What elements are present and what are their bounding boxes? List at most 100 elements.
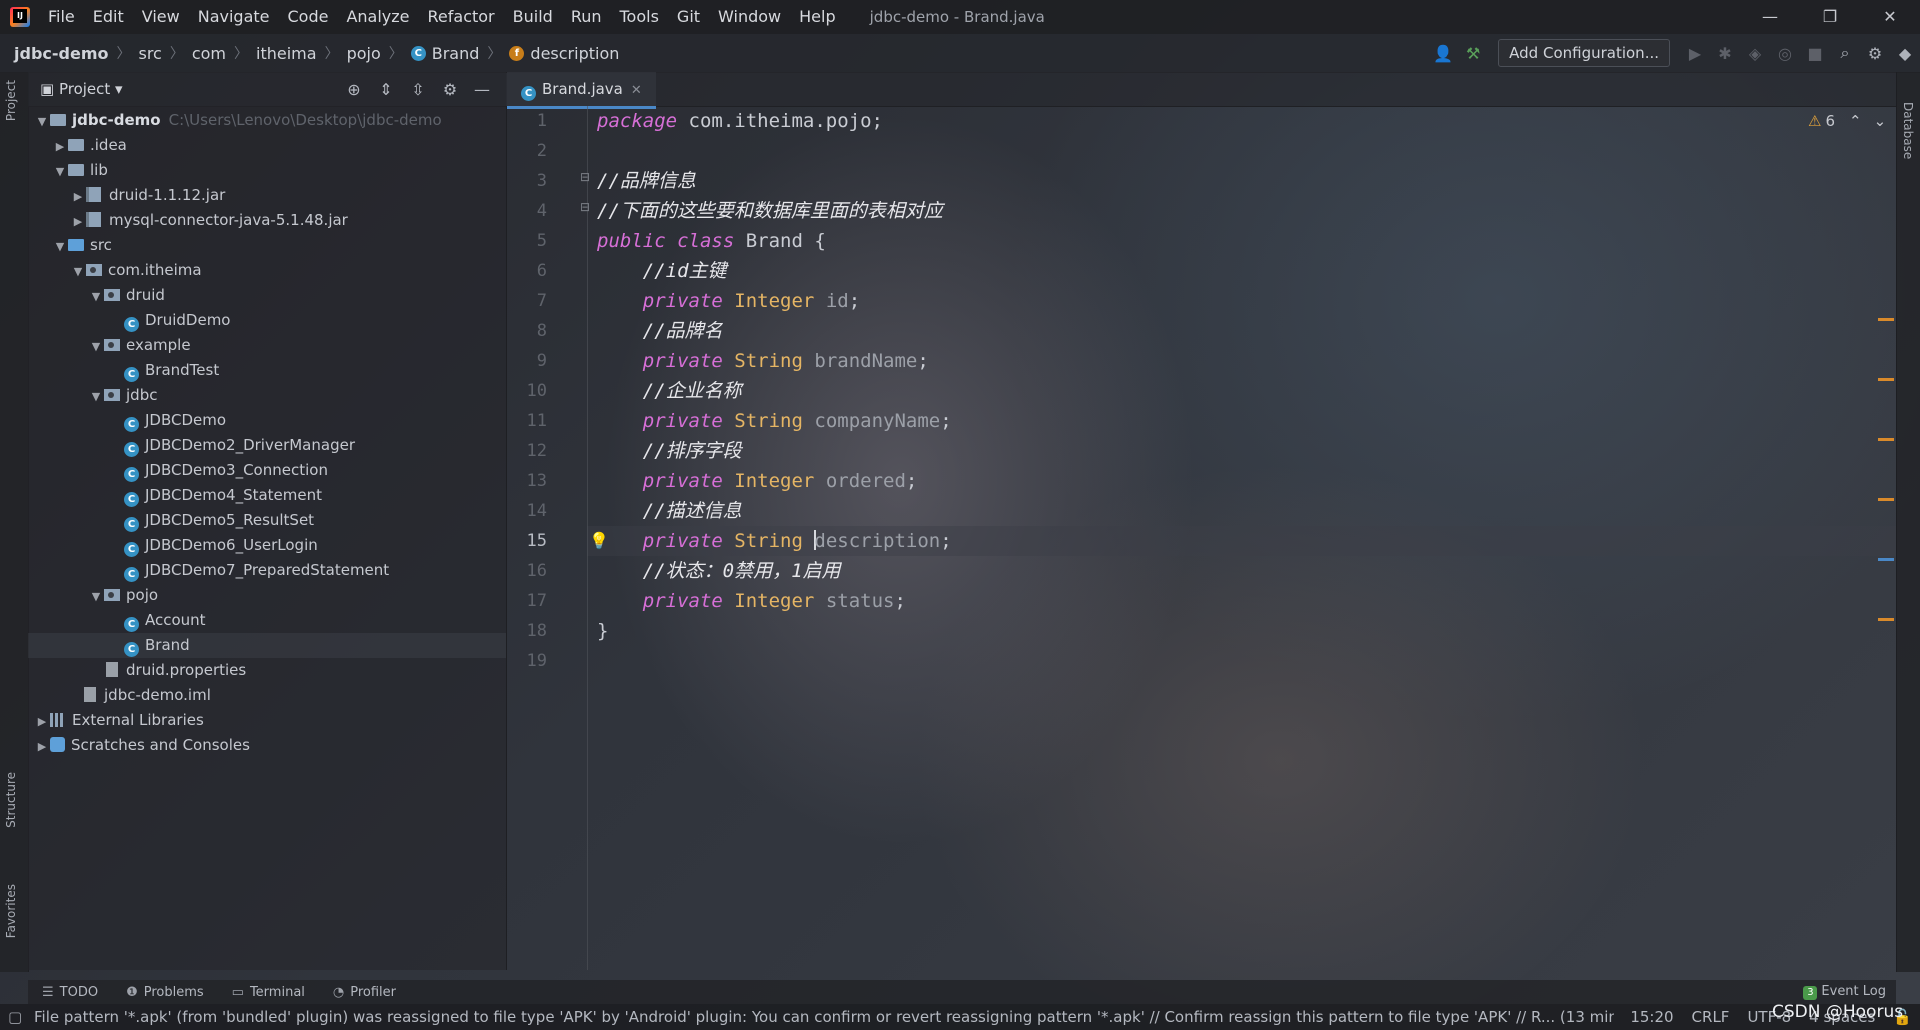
tree-item-jdbcdemo2[interactable]: C JDBCDemo2_DriverManager bbox=[124, 433, 355, 458]
hide-icon[interactable]: — bbox=[466, 80, 498, 99]
coverage-icon[interactable]: ◈ bbox=[1740, 44, 1770, 63]
search-icon[interactable]: ⌕ bbox=[1830, 43, 1860, 63]
code-editor[interactable]: package com.itheima.pojo; //品牌信息 //下面的这些… bbox=[589, 106, 1877, 970]
minimize-button[interactable]: — bbox=[1740, 0, 1800, 34]
breadcrumb-itheima[interactable]: itheima bbox=[256, 44, 317, 63]
breadcrumb-project[interactable]: jdbc-demo bbox=[14, 44, 108, 63]
tree-item-jdbcdemo[interactable]: C JDBCDemo bbox=[124, 408, 226, 433]
profiler-tool-button[interactable]: ◔ Profiler bbox=[333, 985, 396, 1000]
tree-item-iml[interactable]: jdbc-demo.iml bbox=[84, 683, 211, 708]
breadcrumb-pojo[interactable]: pojo bbox=[347, 44, 381, 63]
inspection-widget[interactable]: ⚠ 6 ⌃ ⌄ bbox=[1808, 112, 1886, 130]
menu-run[interactable]: Run bbox=[563, 0, 612, 34]
tree-item-scratches[interactable]: ▶ Scratches and Consoles bbox=[34, 733, 250, 758]
todo-tool-button[interactable]: ☰ TODO bbox=[42, 985, 98, 1000]
tree-item-jdbcdemo5[interactable]: C JDBCDemo5_ResultSet bbox=[124, 508, 314, 533]
tree-item-druiddemo[interactable]: C DruidDemo bbox=[124, 308, 230, 333]
tree-item-druid[interactable]: ▼ druid bbox=[88, 283, 165, 308]
menu-view[interactable]: View bbox=[134, 0, 190, 34]
breadcrumb-src[interactable]: src bbox=[138, 44, 161, 63]
tree-item-pojo[interactable]: ▼ pojo bbox=[88, 583, 158, 608]
chevron-down-icon[interactable]: ▼ bbox=[88, 284, 104, 309]
menu-navigate[interactable]: Navigate bbox=[190, 0, 280, 34]
stop-icon[interactable]: ■ bbox=[1800, 44, 1830, 63]
chevron-right-icon[interactable]: ▶ bbox=[70, 209, 86, 234]
run-icon[interactable]: ▶ bbox=[1680, 44, 1710, 63]
tree-item-mysql-jar[interactable]: ▶ mysql-connector-java-5.1.48.jar bbox=[70, 208, 348, 233]
tree-item-brandtest[interactable]: C BrandTest bbox=[124, 358, 219, 383]
menu-window[interactable]: Window bbox=[710, 0, 791, 34]
menu-help[interactable]: Help bbox=[791, 0, 845, 34]
chevron-down-icon[interactable]: ▼ bbox=[70, 259, 86, 284]
toolbox-icon[interactable]: ◆ bbox=[1890, 44, 1920, 63]
tree-item-jdbcdemo3[interactable]: C JDBCDemo3_Connection bbox=[124, 458, 328, 483]
tree-item-idea[interactable]: ▶ .idea bbox=[52, 133, 127, 158]
breadcrumb-com[interactable]: com bbox=[192, 44, 226, 63]
tree-item-lib[interactable]: ▼ lib bbox=[52, 158, 108, 183]
close-icon[interactable]: ✕ bbox=[631, 83, 642, 98]
tree-item-example[interactable]: ▼ example bbox=[88, 333, 191, 358]
menu-code[interactable]: Code bbox=[280, 0, 339, 34]
chevron-right-icon[interactable]: ▶ bbox=[70, 184, 86, 209]
menu-git[interactable]: Git bbox=[669, 0, 710, 34]
breadcrumb-description[interactable]: description bbox=[530, 44, 619, 63]
project-view-selector[interactable]: ▣ Project ▾ bbox=[40, 80, 123, 98]
tree-item-account[interactable]: C Account bbox=[124, 608, 206, 633]
menu-refactor[interactable]: Refactor bbox=[420, 0, 505, 34]
tab-brand-java[interactable]: C Brand.java ✕ bbox=[507, 72, 656, 109]
chevron-down-icon[interactable]: ▼ bbox=[88, 334, 104, 359]
chevron-down-icon[interactable]: ▼ bbox=[52, 234, 68, 259]
project-tool-tab[interactable]: Project bbox=[4, 80, 18, 121]
problems-tool-button[interactable]: ❶ Problems bbox=[126, 985, 204, 1000]
chevron-down-icon[interactable]: ⌄ bbox=[1874, 112, 1887, 130]
close-button[interactable]: ✕ bbox=[1860, 0, 1920, 34]
chevron-up-icon[interactable]: ⌃ bbox=[1849, 112, 1862, 130]
menu-tools[interactable]: Tools bbox=[612, 0, 669, 34]
menu-analyze[interactable]: Analyze bbox=[338, 0, 419, 34]
breadcrumb-brand[interactable]: Brand bbox=[432, 44, 480, 63]
chevron-right-icon[interactable]: ▶ bbox=[34, 734, 50, 759]
gear-icon[interactable]: ⚙ bbox=[434, 80, 466, 99]
expand-all-icon[interactable]: ⇕ bbox=[370, 80, 402, 99]
status-message[interactable]: File pattern '*.apk' (from 'bundled' plu… bbox=[34, 1008, 1614, 1026]
fold-marker-icon[interactable]: ⊟ bbox=[580, 170, 590, 184]
profile-icon[interactable]: ◎ bbox=[1770, 44, 1800, 63]
favorites-tool-tab[interactable]: Favorites bbox=[4, 884, 18, 938]
user-icon[interactable]: 👤 bbox=[1428, 44, 1458, 63]
chevron-right-icon[interactable]: ▶ bbox=[34, 709, 50, 734]
tree-item-jdbc[interactable]: ▼ jdbc bbox=[88, 383, 158, 409]
tree-item-jdbc-demo[interactable]: ▼ jdbc-demo C:\Users\Lenovo\Desktop\jdbc-d… bbox=[34, 108, 442, 133]
database-tool-tab[interactable]: Database bbox=[1901, 102, 1915, 159]
chevron-down-icon[interactable]: ▼ bbox=[34, 109, 50, 134]
chevron-down-icon[interactable]: ▼ bbox=[88, 584, 104, 609]
menu-edit[interactable]: Edit bbox=[85, 0, 134, 34]
tree-item-src[interactable]: ▼ src bbox=[52, 233, 112, 258]
tree-item-external-libraries[interactable]: ▶ External Libraries bbox=[34, 708, 204, 733]
fold-marker-icon[interactable]: ⊟ bbox=[580, 200, 590, 214]
event-log-button[interactable]: 3 Event Log bbox=[1803, 980, 1886, 1004]
line-separator[interactable]: CRLF bbox=[1692, 1008, 1730, 1026]
tree-item-brand[interactable]: C Brand bbox=[28, 633, 506, 658]
build-hammer-icon[interactable]: ⚒ bbox=[1458, 44, 1488, 63]
add-configuration-button[interactable]: Add Configuration... bbox=[1498, 39, 1670, 67]
debug-icon[interactable]: ✱ bbox=[1710, 44, 1740, 63]
tree-item-druid-jar[interactable]: ▶ druid-1.1.12.jar bbox=[70, 183, 226, 209]
collapse-all-icon[interactable]: ⇳ bbox=[402, 80, 434, 99]
tree-item-druid-properties[interactable]: druid.properties bbox=[106, 658, 246, 683]
structure-tool-tab[interactable]: Structure bbox=[4, 772, 18, 828]
lightbulb-icon[interactable]: 💡 bbox=[589, 526, 609, 556]
tree-item-jdbcdemo7[interactable]: C JDBCDemo7_PreparedStatement bbox=[124, 558, 389, 583]
chevron-right-icon[interactable]: ▶ bbox=[52, 134, 68, 159]
chevron-down-icon[interactable]: ▼ bbox=[52, 159, 68, 184]
tree-item-jdbcdemo4[interactable]: C JDBCDemo4_Statement bbox=[124, 483, 322, 508]
restore-button[interactable]: ❐ bbox=[1800, 0, 1860, 34]
menu-build[interactable]: Build bbox=[505, 0, 563, 34]
chevron-down-icon[interactable]: ▼ bbox=[88, 384, 104, 409]
locate-icon[interactable]: ⊕ bbox=[338, 80, 370, 99]
terminal-tool-button[interactable]: ▭ Terminal bbox=[232, 985, 305, 1000]
gear-icon[interactable]: ⚙ bbox=[1860, 44, 1890, 63]
menu-file[interactable]: File bbox=[40, 0, 85, 34]
caret-position[interactable]: 15:20 bbox=[1630, 1008, 1673, 1026]
toggle-tool-windows-icon[interactable]: ▢ bbox=[8, 1008, 22, 1026]
tree-item-com-itheima[interactable]: ▼ com.itheima bbox=[70, 258, 202, 283]
